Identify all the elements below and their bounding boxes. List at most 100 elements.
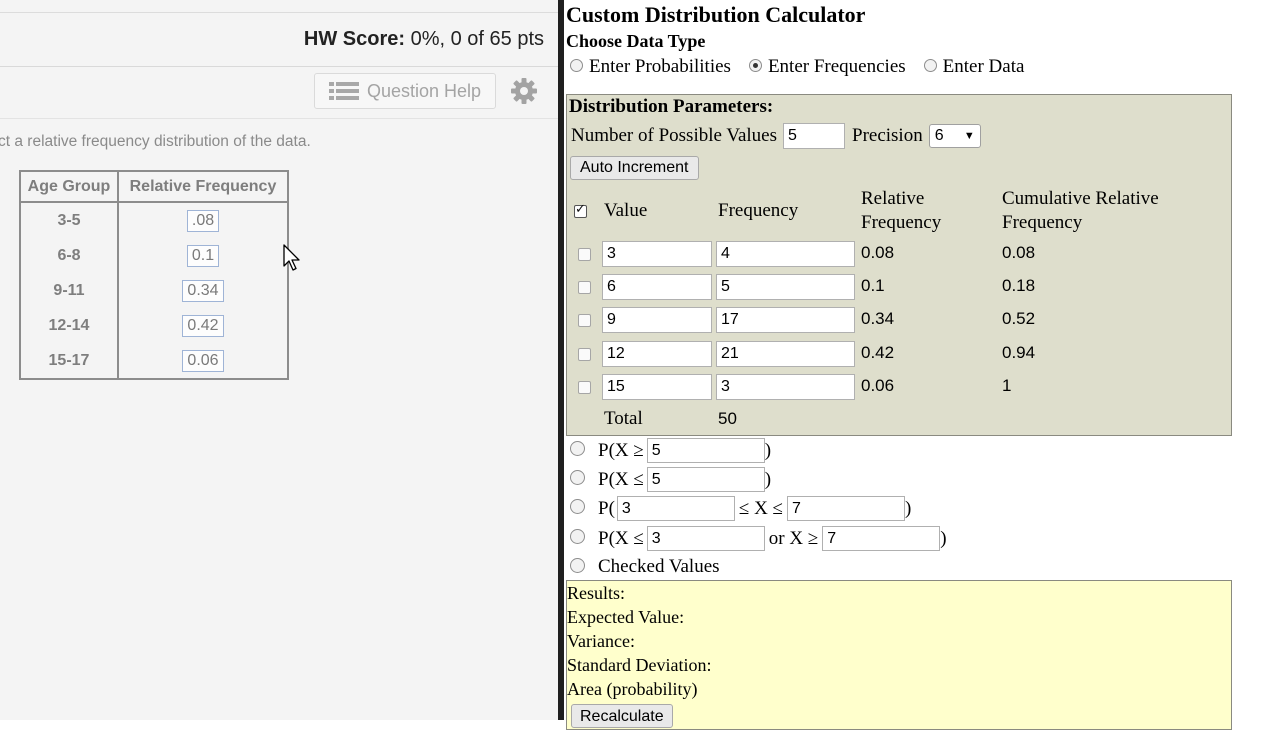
row-checkbox[interactable] bbox=[578, 248, 591, 261]
question-instruction: ct a relative frequency distribution of … bbox=[0, 133, 311, 150]
gear-icon[interactable] bbox=[510, 77, 538, 105]
precision-select[interactable]: 6 ▼ bbox=[928, 124, 981, 148]
age-group-cell: 6-8 bbox=[20, 238, 119, 273]
radio-button[interactable] bbox=[923, 59, 937, 73]
relative-frequency-cell: 0.1 bbox=[118, 238, 288, 273]
prob-le-radio[interactable] bbox=[570, 470, 585, 485]
relative-frequency-cell: .08 bbox=[118, 202, 288, 238]
relative-frequency-cell: 0.34 bbox=[118, 273, 288, 308]
relative-frequency-answer[interactable]: 0.42 bbox=[182, 314, 224, 337]
relative-frequency-value: 0.1 bbox=[861, 276, 885, 295]
value-input[interactable]: 9 bbox=[602, 307, 712, 333]
relative-frequency-answer[interactable]: 0.1 bbox=[186, 244, 220, 267]
prob-or-high-input[interactable]: 7 bbox=[822, 526, 941, 551]
data-type-data[interactable]: Enter Data bbox=[923, 56, 1025, 78]
prob-ge-input[interactable]: 5 bbox=[646, 438, 765, 463]
row-checkbox[interactable] bbox=[578, 381, 591, 394]
table-row: 3-5 .08 bbox=[20, 202, 288, 238]
relative-frequency-answer[interactable]: 0.06 bbox=[182, 349, 224, 372]
age-group-cell: 15-17 bbox=[20, 343, 119, 379]
choose-data-type-label: Choose Data Type bbox=[566, 31, 706, 51]
frequency-input[interactable]: 17 bbox=[716, 307, 855, 333]
table-row: 12-14 0.42 bbox=[20, 308, 288, 343]
data-type-label: Enter Data bbox=[942, 56, 1025, 77]
table-row: 6-8 0.1 bbox=[20, 238, 288, 273]
age-group-cell: 3-5 bbox=[20, 202, 119, 238]
prob-or-option: P(X ≤ 3 or X ≥ 7 ) bbox=[570, 526, 947, 551]
table-row: 15 3 0.06 1 bbox=[567, 374, 1233, 400]
row-checkbox[interactable] bbox=[578, 281, 591, 294]
frequency-input[interactable]: 4 bbox=[716, 241, 855, 267]
prob-or-mid: or X ≥ bbox=[768, 527, 819, 549]
results-label: Results: bbox=[567, 583, 626, 603]
table-row: 12 21 0.42 0.94 bbox=[567, 341, 1233, 367]
cumulative-frequency-value: 0.52 bbox=[1002, 309, 1036, 328]
frequency-header: Frequency bbox=[718, 200, 799, 221]
prob-between-prefix: P( bbox=[598, 497, 615, 519]
relative-frequency-cell: 0.06 bbox=[118, 343, 288, 379]
relative-frequency-answer[interactable]: 0.34 bbox=[182, 279, 224, 302]
value-input[interactable]: 12 bbox=[602, 341, 712, 367]
relative-frequency-value: 0.34 bbox=[861, 309, 895, 328]
prob-le-option: P(X ≤ 5 ) bbox=[570, 467, 771, 492]
pane-divider[interactable] bbox=[558, 0, 564, 720]
data-type-options: Enter Probabilities Enter Frequencies En… bbox=[570, 56, 1024, 78]
frequency-input[interactable]: 3 bbox=[716, 374, 855, 400]
data-type-probabilities[interactable]: Enter Probabilities bbox=[570, 56, 731, 78]
cumulative-frequency-value: 1 bbox=[1002, 376, 1012, 395]
data-type-frequencies[interactable]: Enter Frequencies bbox=[748, 56, 906, 78]
auto-increment-button[interactable]: Auto Increment bbox=[570, 156, 699, 180]
relative-frequency-answer[interactable]: .08 bbox=[186, 209, 220, 232]
cumulative-frequency-value: 0.94 bbox=[1002, 343, 1036, 362]
area-probability-label: Area (probability) bbox=[567, 679, 698, 699]
relative-frequency-cell: 0.42 bbox=[118, 308, 288, 343]
num-values-input[interactable]: 5 bbox=[783, 123, 845, 149]
data-type-label: Enter Probabilities bbox=[589, 56, 731, 77]
results-panel: Results: Expected Value: Variance: Stand… bbox=[566, 580, 1232, 730]
frequency-input[interactable]: 21 bbox=[716, 341, 855, 367]
value-input[interactable]: 3 bbox=[602, 241, 712, 267]
question-help-label: Question Help bbox=[366, 80, 482, 101]
row-checkbox[interactable] bbox=[578, 314, 591, 327]
question-help-button[interactable]: Question Help bbox=[314, 73, 496, 109]
cumulative-frequency-value: 0.08 bbox=[1002, 243, 1036, 262]
age-group-cell: 9-11 bbox=[20, 273, 119, 308]
precision-value: 6 bbox=[934, 127, 944, 144]
value-input[interactable]: 15 bbox=[602, 374, 712, 400]
mouse-cursor-icon bbox=[283, 244, 300, 271]
prob-between-high-input[interactable]: 7 bbox=[786, 496, 905, 521]
row-checkbox[interactable] bbox=[578, 348, 591, 361]
standard-deviation-label: Standard Deviation: bbox=[567, 655, 712, 675]
precision-label: Precision bbox=[852, 125, 923, 146]
expected-value-label: Expected Value: bbox=[567, 607, 685, 627]
toolbar-divider bbox=[0, 118, 558, 119]
header-divider bbox=[0, 66, 558, 67]
prob-or-low-input[interactable]: 3 bbox=[646, 526, 765, 551]
value-header: Value bbox=[604, 200, 648, 221]
prob-or-prefix: P(X ≤ bbox=[598, 527, 644, 549]
close-paren: ) bbox=[940, 527, 947, 549]
radio-button-selected[interactable] bbox=[748, 59, 762, 73]
homework-pane: HW Score: 0%, 0 of 65 pts Question Help … bbox=[0, 0, 558, 720]
num-values-label: Number of Possible Values bbox=[571, 125, 777, 146]
calculator-pane: Custom Distribution Calculator Choose Da… bbox=[566, 0, 1280, 730]
checked-values-option: Checked Values bbox=[570, 556, 720, 578]
prob-between-option: P( 3 ≤ X ≤ 7 ) bbox=[570, 496, 911, 521]
total-label: Total bbox=[604, 408, 643, 429]
frequency-input[interactable]: 5 bbox=[716, 274, 855, 300]
prob-between-radio[interactable] bbox=[570, 499, 585, 514]
prob-between-low-input[interactable]: 3 bbox=[616, 496, 735, 521]
prob-le-input[interactable]: 5 bbox=[646, 467, 765, 492]
age-group-header: Age Group bbox=[20, 171, 119, 203]
select-all-checkbox[interactable] bbox=[574, 202, 587, 218]
cumulative-frequency-header-2: Frequency bbox=[1002, 212, 1083, 233]
prob-le-prefix: P(X ≤ bbox=[598, 468, 644, 490]
prob-ge-radio[interactable] bbox=[570, 441, 585, 456]
radio-button[interactable] bbox=[570, 59, 583, 73]
relative-frequency-value: 0.06 bbox=[861, 376, 895, 395]
prob-or-radio[interactable] bbox=[570, 529, 585, 544]
relative-frequency-table: Age Group Relative Frequency 3-5 .08 6-8… bbox=[19, 170, 289, 380]
recalculate-button[interactable]: Recalculate bbox=[571, 704, 673, 728]
value-input[interactable]: 6 bbox=[602, 274, 712, 300]
checked-values-radio[interactable] bbox=[570, 557, 585, 573]
